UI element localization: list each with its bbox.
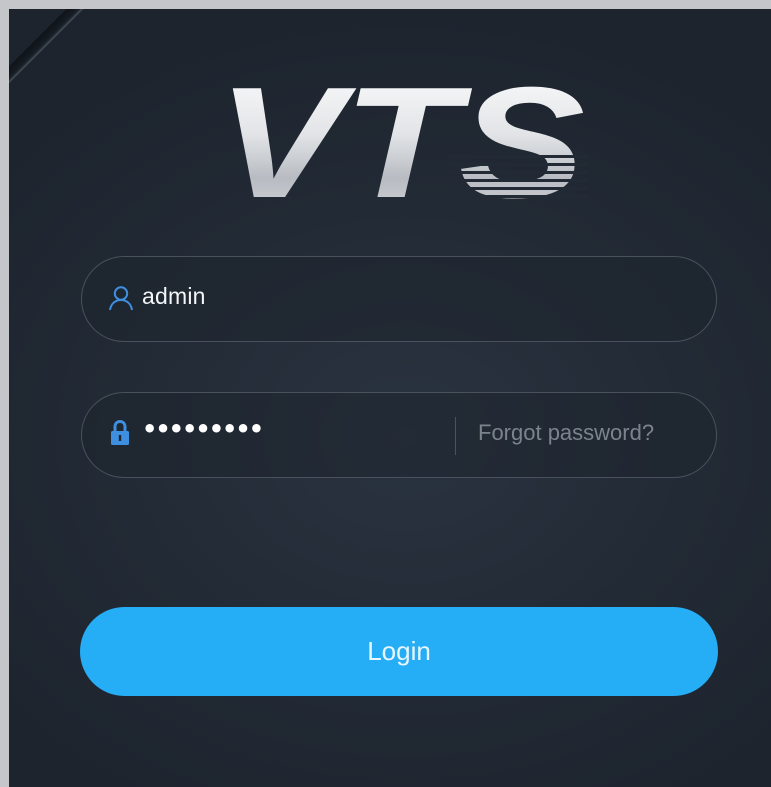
login-panel: VTS admin ••••••••• Forgot password? Log… [9, 9, 771, 787]
vts-logo-text: VTS [217, 67, 585, 217]
password-field[interactable]: ••••••••• Forgot password? [81, 392, 717, 478]
vts-logo: VTS [217, 67, 589, 217]
window-frame-top [0, 0, 771, 9]
forgot-password-link[interactable]: Forgot password? [478, 420, 654, 446]
window-frame-left [0, 0, 9, 787]
username-field[interactable]: admin [81, 256, 717, 342]
lock-icon [111, 420, 129, 445]
login-button[interactable]: Login [80, 607, 718, 696]
password-value[interactable]: ••••••••• [142, 415, 264, 443]
username-value[interactable]: admin [142, 283, 206, 310]
user-icon [109, 286, 133, 311]
field-divider [455, 417, 456, 455]
